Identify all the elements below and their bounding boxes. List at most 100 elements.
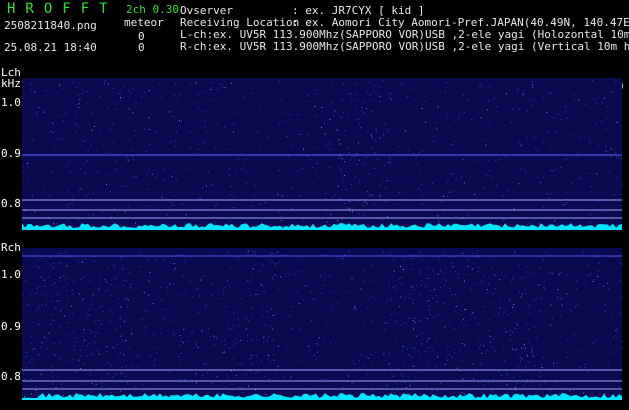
noise-dot [610, 148, 612, 150]
noise-dot [440, 269, 441, 271]
noise-dot [135, 102, 137, 104]
noise-dot [285, 346, 287, 348]
noise-dot [227, 377, 229, 379]
noise-dot [471, 118, 473, 120]
noise-dot [472, 363, 474, 365]
noise-dot [496, 106, 498, 108]
noise-dot [31, 322, 33, 323]
noise-dot [214, 202, 215, 204]
noise-dot [535, 147, 537, 149]
noise-dot [198, 107, 200, 109]
noise-dot [326, 378, 328, 380]
noise-dot [278, 289, 280, 291]
noise-dot [549, 223, 551, 225]
noise-dot [303, 109, 305, 111]
noise-dot [483, 187, 485, 189]
noise-dot [268, 378, 270, 380]
noise-dot [512, 278, 514, 280]
noise-dot [71, 305, 73, 307]
noise-dot [372, 204, 374, 206]
noise-dot [84, 139, 86, 141]
noise-dot [175, 130, 177, 132]
noise-dot [91, 331, 93, 333]
noise-dot [370, 134, 372, 136]
noise-dot [343, 180, 345, 182]
noise-dot [93, 214, 95, 216]
noise-dot [100, 133, 102, 135]
noise-dot [85, 383, 87, 385]
noise-dot [84, 172, 86, 174]
noise-dot [305, 285, 307, 287]
noise-dot [392, 259, 394, 261]
noise-dot [575, 156, 577, 158]
noise-dot [616, 122, 618, 123]
noise-dot [73, 345, 74, 347]
noise-dot [258, 293, 259, 295]
noise-dot [509, 106, 510, 108]
noise-dot [470, 314, 472, 316]
noise-dot [360, 127, 362, 129]
noise-dot [491, 268, 492, 270]
noise-dot [538, 223, 540, 225]
noise-dot [46, 337, 48, 339]
noise-dot [393, 270, 395, 272]
noise-dot [202, 111, 204, 112]
noise-dot [191, 331, 193, 333]
noise-dot [153, 364, 155, 366]
noise-dot [447, 346, 449, 348]
noise-dot [359, 367, 361, 369]
noise-dot [337, 219, 339, 221]
noise-dot [442, 335, 444, 337]
noise-dot [447, 178, 449, 180]
noise-dot [149, 206, 151, 208]
noise-dot [418, 152, 420, 154]
noise-dot [195, 82, 197, 84]
noise-dot [66, 298, 68, 300]
noise-dot [427, 318, 429, 319]
noise-dot [457, 367, 458, 369]
noise-dot [148, 294, 150, 296]
noise-dot [469, 188, 471, 190]
noise-dot [31, 194, 33, 196]
noise-dot [61, 387, 63, 388]
noise-dot [375, 140, 377, 142]
noise-dot [180, 353, 182, 354]
noise-dot [264, 324, 266, 326]
noise-dot [603, 285, 605, 287]
noise-dot [329, 118, 331, 120]
noise-dot [543, 288, 545, 290]
noise-dot [437, 215, 439, 217]
noise-dot [152, 303, 154, 305]
noise-dot [224, 386, 226, 388]
noise-dot [387, 384, 389, 386]
noise-dot [560, 272, 562, 274]
noise-dot [187, 341, 189, 342]
noise-dot [362, 269, 364, 271]
noise-dot [614, 152, 616, 154]
noise-dot [388, 363, 390, 364]
noise-dot [106, 289, 108, 291]
noise-dot [330, 309, 332, 311]
noise-dot [53, 319, 55, 321]
noise-dot [344, 202, 346, 204]
noise-dot [435, 295, 437, 297]
noise-dot [394, 321, 396, 323]
noise-dot [402, 84, 404, 86]
noise-dot [26, 108, 28, 110]
noise-dot [78, 220, 80, 222]
noise-dot [33, 370, 35, 372]
noise-dot [487, 101, 489, 103]
noise-dot [24, 378, 25, 380]
noise-dot [570, 309, 572, 311]
noise-dot [613, 194, 615, 196]
noise-dot [68, 162, 70, 164]
noise-dot [291, 295, 293, 297]
noise-dot [315, 89, 316, 91]
noise-dot [539, 384, 540, 386]
noise-dot [51, 314, 53, 316]
noise-dot [577, 151, 579, 153]
noise-dot [63, 395, 65, 397]
noise-dot [250, 370, 251, 372]
noise-dot [285, 146, 287, 148]
hrofft-window: HROFFT 2ch 0.30 2508211840.png meteor 0 … [0, 0, 629, 410]
